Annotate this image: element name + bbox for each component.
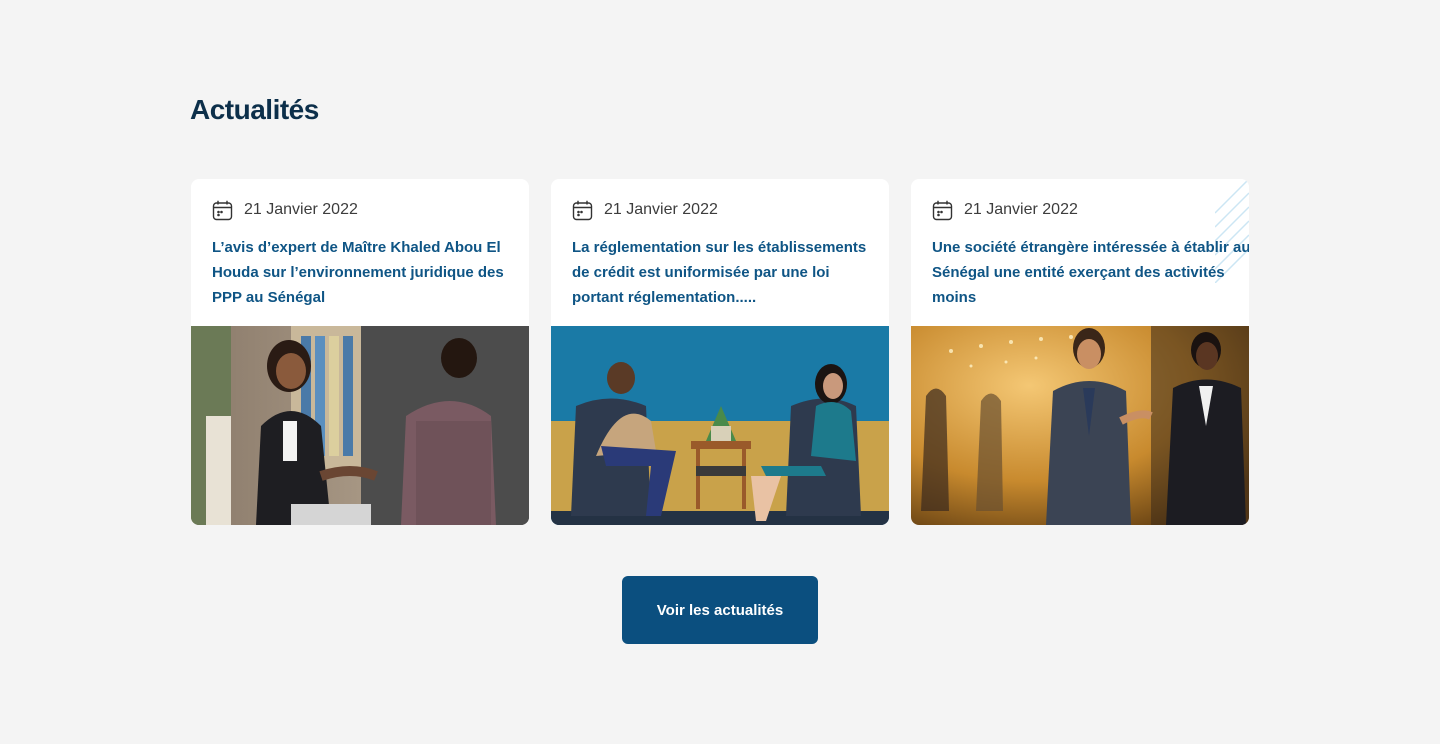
date-row: 21 Janvier 2022 <box>212 199 507 221</box>
article-date: 21 Janvier 2022 <box>604 201 718 218</box>
view-news-button[interactable]: Voir les actualités <box>622 576 818 644</box>
article-date: 21 Janvier 2022 <box>964 201 1078 218</box>
card-header: 21 Janvier 2022 L’avis d’expert de Maîtr… <box>191 179 529 326</box>
section-title: Actualités <box>190 94 319 125</box>
news-card[interactable]: 21 Janvier 2022 Une société étrangère in… <box>911 179 1249 525</box>
calendar-icon <box>212 200 233 220</box>
handshake-photo <box>191 326 529 525</box>
news-cards: 21 Janvier 2022 L’avis d’expert de Maîtr… <box>191 179 1249 525</box>
calendar-icon <box>932 200 953 220</box>
calendar-icon <box>572 200 593 220</box>
article-title[interactable]: La réglementation sur les établissements… <box>572 235 867 310</box>
date-row: 21 Janvier 2022 <box>932 199 1227 221</box>
article-title[interactable]: L’avis d’expert de Maître Khaled Abou El… <box>212 235 507 310</box>
article-title[interactable]: Une société étrangère intéressée à établ… <box>932 235 1249 310</box>
business-talk-photo <box>911 326 1249 525</box>
article-date: 21 Janvier 2022 <box>244 201 358 218</box>
news-card[interactable]: 21 Janvier 2022 La réglementation sur le… <box>551 179 889 525</box>
card-header: 21 Janvier 2022 Une société étrangère in… <box>911 179 1249 326</box>
meeting-photo <box>551 326 889 525</box>
news-card[interactable]: 21 Janvier 2022 L’avis d’expert de Maîtr… <box>191 179 529 525</box>
card-header: 21 Janvier 2022 La réglementation sur le… <box>551 179 889 326</box>
date-row: 21 Janvier 2022 <box>572 199 867 221</box>
